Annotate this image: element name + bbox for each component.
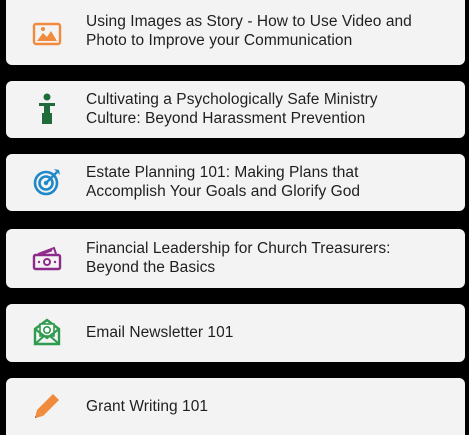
course-list: Using Images as Story - How to Use Video… — [0, 0, 469, 435]
person-icon — [32, 93, 62, 124]
course-item-financial-leadership[interactable]: Financial Leadership for Church Treasure… — [6, 229, 465, 288]
course-title: Email Newsletter 101 — [86, 324, 234, 341]
image-icon — [32, 19, 62, 49]
pencil-icon — [32, 391, 62, 421]
course-item-grant-writing[interactable]: Grant Writing 101 — [6, 378, 465, 435]
course-title: Using Images as Story - How to Use Video… — [86, 13, 412, 49]
course-item-email-newsletter[interactable]: Email Newsletter 101 — [6, 304, 465, 362]
course-item-estate-planning[interactable]: Estate Planning 101: Making Plans that A… — [6, 154, 465, 211]
email-icon — [32, 317, 62, 347]
course-title: Cultivating a Psychologically Safe Minis… — [86, 91, 378, 127]
money-icon — [32, 243, 62, 273]
course-title: Financial Leadership for Church Treasure… — [86, 240, 391, 276]
course-item-psychologically-safe-ministry[interactable]: Cultivating a Psychologically Safe Minis… — [6, 81, 465, 138]
target-icon — [32, 167, 62, 197]
course-item-images-as-story[interactable]: Using Images as Story - How to Use Video… — [6, 0, 465, 65]
course-title: Estate Planning 101: Making Plans that A… — [86, 164, 361, 200]
course-title: Grant Writing 101 — [86, 398, 209, 415]
